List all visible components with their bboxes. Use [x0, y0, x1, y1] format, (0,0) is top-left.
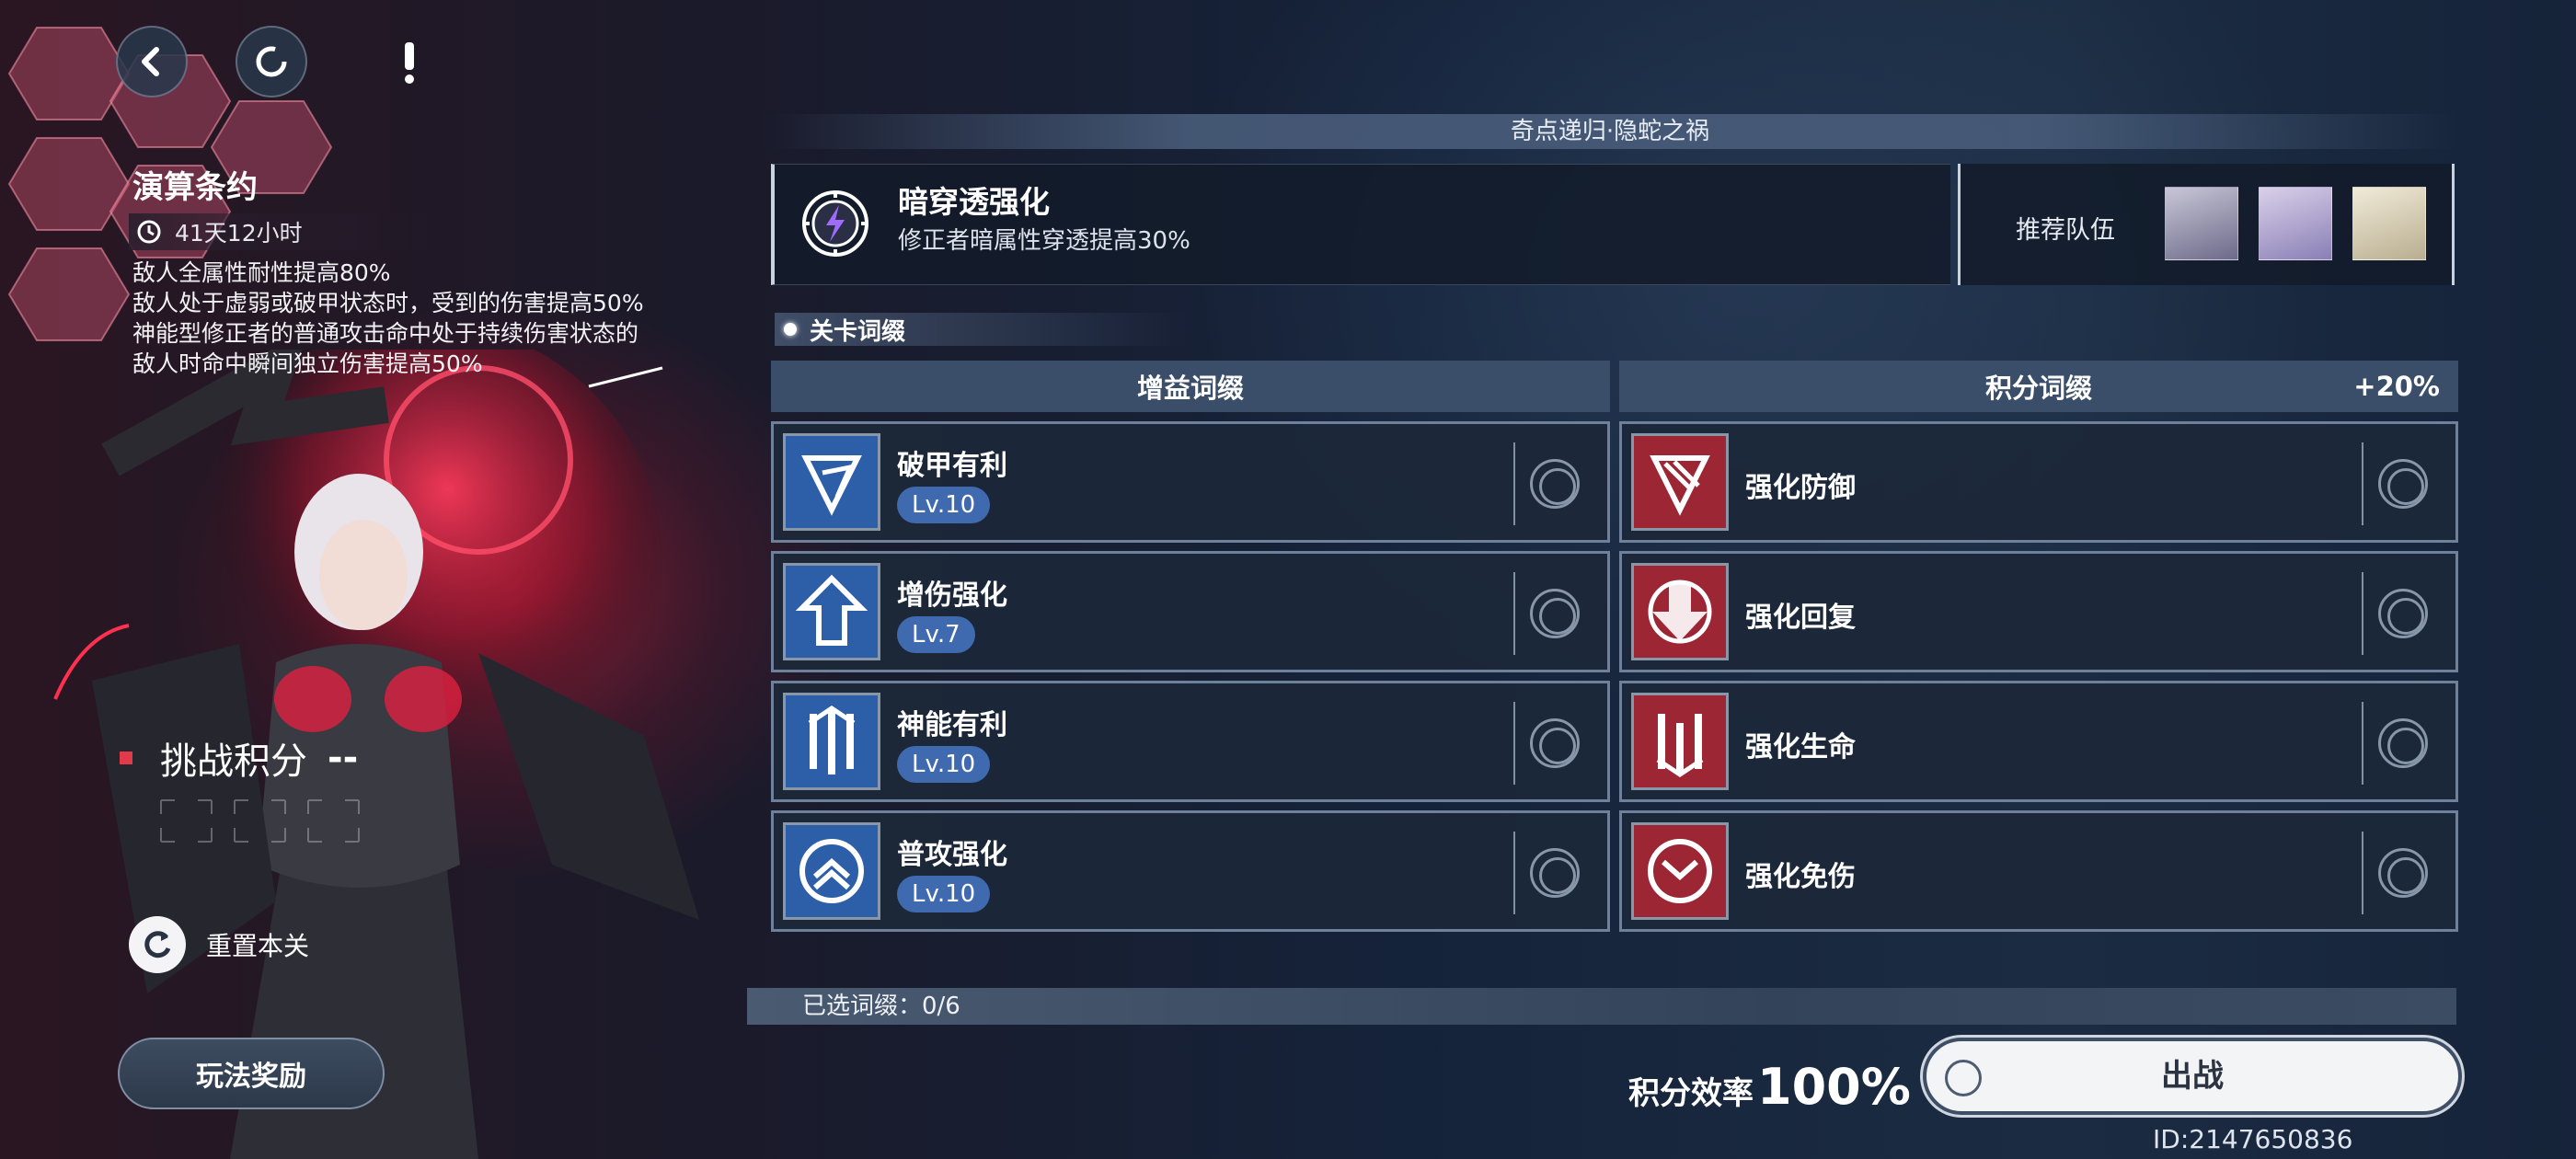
buff-title: 暗穿透强化: [898, 184, 1050, 220]
score-efficiency-label: 积分效率: [1628, 1075, 1754, 1112]
score-affix-card[interactable]: 强化免伤: [1619, 810, 2458, 932]
description-line: 敌人处于虚弱或破甲状态时，受到的伤害提高50%: [132, 290, 644, 316]
psi-energy-icon: [783, 693, 880, 790]
basic-attack-icon: [783, 822, 880, 920]
affix-name: 神能有利: [897, 709, 1007, 741]
score-efficiency-value: 100%: [1757, 1058, 1911, 1116]
affix-name: 强化防御: [1745, 472, 1856, 504]
life-icon: [1631, 693, 1729, 790]
challenge-score: 挑战积分 --: [120, 731, 358, 785]
divider: [1513, 702, 1517, 785]
affix-name: 强化免伤: [1745, 861, 1856, 893]
score-affix-card[interactable]: 强化防御: [1619, 421, 2458, 543]
affix-name: 强化生命: [1745, 731, 1856, 763]
select-radio[interactable]: [1530, 848, 1580, 898]
divider: [1513, 572, 1517, 655]
score-bonus: +20%: [2353, 371, 2440, 402]
score-affix-header: 积分词缀 +20%: [1619, 361, 2458, 412]
divider: [1513, 442, 1517, 525]
select-radio[interactable]: [2378, 459, 2428, 509]
score-affix-card[interactable]: 强化回复: [1619, 551, 2458, 672]
reset-stage-label: 重置本关: [206, 931, 310, 961]
mode-title: 演算条约: [132, 169, 258, 206]
stage-buff-panel: 暗穿透强化 修正者暗属性穿透提高30%: [771, 164, 1950, 285]
recommended-team-panel[interactable]: 推荐队伍: [1958, 164, 2455, 285]
red-square-icon: [120, 752, 132, 764]
stage-affix-section: 关卡词缀: [775, 313, 1189, 346]
score-efficiency: 积分效率 100%: [1628, 1058, 1911, 1116]
score-affix-card[interactable]: 强化生命: [1619, 681, 2458, 802]
select-radio[interactable]: [2378, 848, 2428, 898]
refresh-button[interactable]: [236, 26, 307, 98]
team-avatar[interactable]: [2352, 187, 2426, 260]
gain-affix-header-label: 增益词缀: [1136, 373, 1244, 404]
chevron-left-icon: [142, 47, 159, 76]
level-badge: Lv.7: [897, 616, 975, 653]
gain-affix-card[interactable]: 普攻强化 Lv.10: [771, 810, 1610, 932]
affix-name: 破甲有利: [897, 450, 1007, 482]
select-radio[interactable]: [1530, 589, 1580, 638]
level-badge: Lv.10: [897, 746, 991, 783]
reset-stage-button[interactable]: 重置本关: [129, 916, 309, 973]
team-avatar[interactable]: [2259, 187, 2332, 260]
damage-reduction-icon: [1631, 822, 1729, 920]
divider: [2362, 572, 2365, 655]
select-radio[interactable]: [1530, 718, 1580, 768]
exclamation-icon: [405, 42, 414, 84]
select-radio[interactable]: [2378, 718, 2428, 768]
damage-up-icon: [783, 563, 880, 660]
challenge-score-label: 挑战积分: [160, 740, 307, 783]
challenge-score-value: --: [328, 737, 359, 779]
level-badge: Lv.10: [897, 487, 991, 523]
score-slot-placeholders: [160, 799, 360, 843]
rewards-button[interactable]: 玩法奖励: [118, 1038, 385, 1109]
mode-description: 敌人全属性耐性提高80% 敌人处于虚弱或破甲状态时，受到的伤害提高50% 神能型…: [132, 258, 644, 379]
score-affix-header-label: 积分词缀: [1984, 373, 2092, 404]
recovery-icon: [1631, 563, 1729, 660]
stage-name: 奇点递归·隐蛇之祸: [764, 114, 2456, 149]
stage-affix-label: 关卡词缀: [810, 317, 906, 346]
recommended-team-label: 推荐队伍: [2016, 216, 2115, 245]
clock-icon: [137, 220, 161, 244]
gain-affix-card[interactable]: 增伤强化 Lv.7: [771, 551, 1610, 672]
start-battle-label: 出战: [2161, 1058, 2224, 1095]
gain-affix-card[interactable]: 破甲有利 Lv.10: [771, 421, 1610, 543]
divider: [2362, 702, 2365, 785]
description-line: 敌人全属性耐性提高80%: [132, 259, 391, 286]
gain-affix-card[interactable]: 神能有利 Lv.10: [771, 681, 1610, 802]
reset-icon: [129, 916, 186, 973]
info-button[interactable]: [386, 37, 432, 88]
select-radio[interactable]: [1530, 459, 1580, 509]
buff-description: 修正者暗属性穿透提高30%: [898, 227, 1190, 255]
team-avatar[interactable]: [2165, 187, 2238, 260]
refresh-icon: [256, 46, 287, 77]
time-remaining-text: 41天12小时: [175, 220, 303, 247]
affix-name: 增伤强化: [897, 580, 1007, 612]
armor-break-icon: [783, 433, 880, 531]
divider: [2362, 442, 2365, 525]
time-remaining: 41天12小时: [129, 213, 432, 250]
affix-name: 普攻强化: [897, 839, 1007, 871]
dark-penetration-icon: [802, 190, 868, 257]
start-battle-button[interactable]: 出战: [1923, 1038, 2462, 1115]
bullet-icon: [784, 323, 797, 336]
selected-affix-count: 已选词缀：0/6: [747, 988, 2456, 1025]
description-line: 敌人时命中瞬间独立伤害提高50%: [132, 350, 483, 377]
affix-name: 强化回复: [1745, 602, 1856, 634]
select-radio[interactable]: [2378, 589, 2428, 638]
divider: [1513, 832, 1517, 914]
description-line: 神能型修正者的普通攻击命中处于持续伤害状态的: [132, 320, 639, 347]
gain-affix-header: 增益词缀: [771, 361, 1610, 412]
user-id: ID:2147650836: [2153, 1124, 2353, 1154]
divider: [2362, 832, 2365, 914]
back-button[interactable]: [116, 26, 188, 98]
character-art: [53, 350, 699, 1159]
level-badge: Lv.10: [897, 876, 991, 912]
defense-icon: [1631, 433, 1729, 531]
